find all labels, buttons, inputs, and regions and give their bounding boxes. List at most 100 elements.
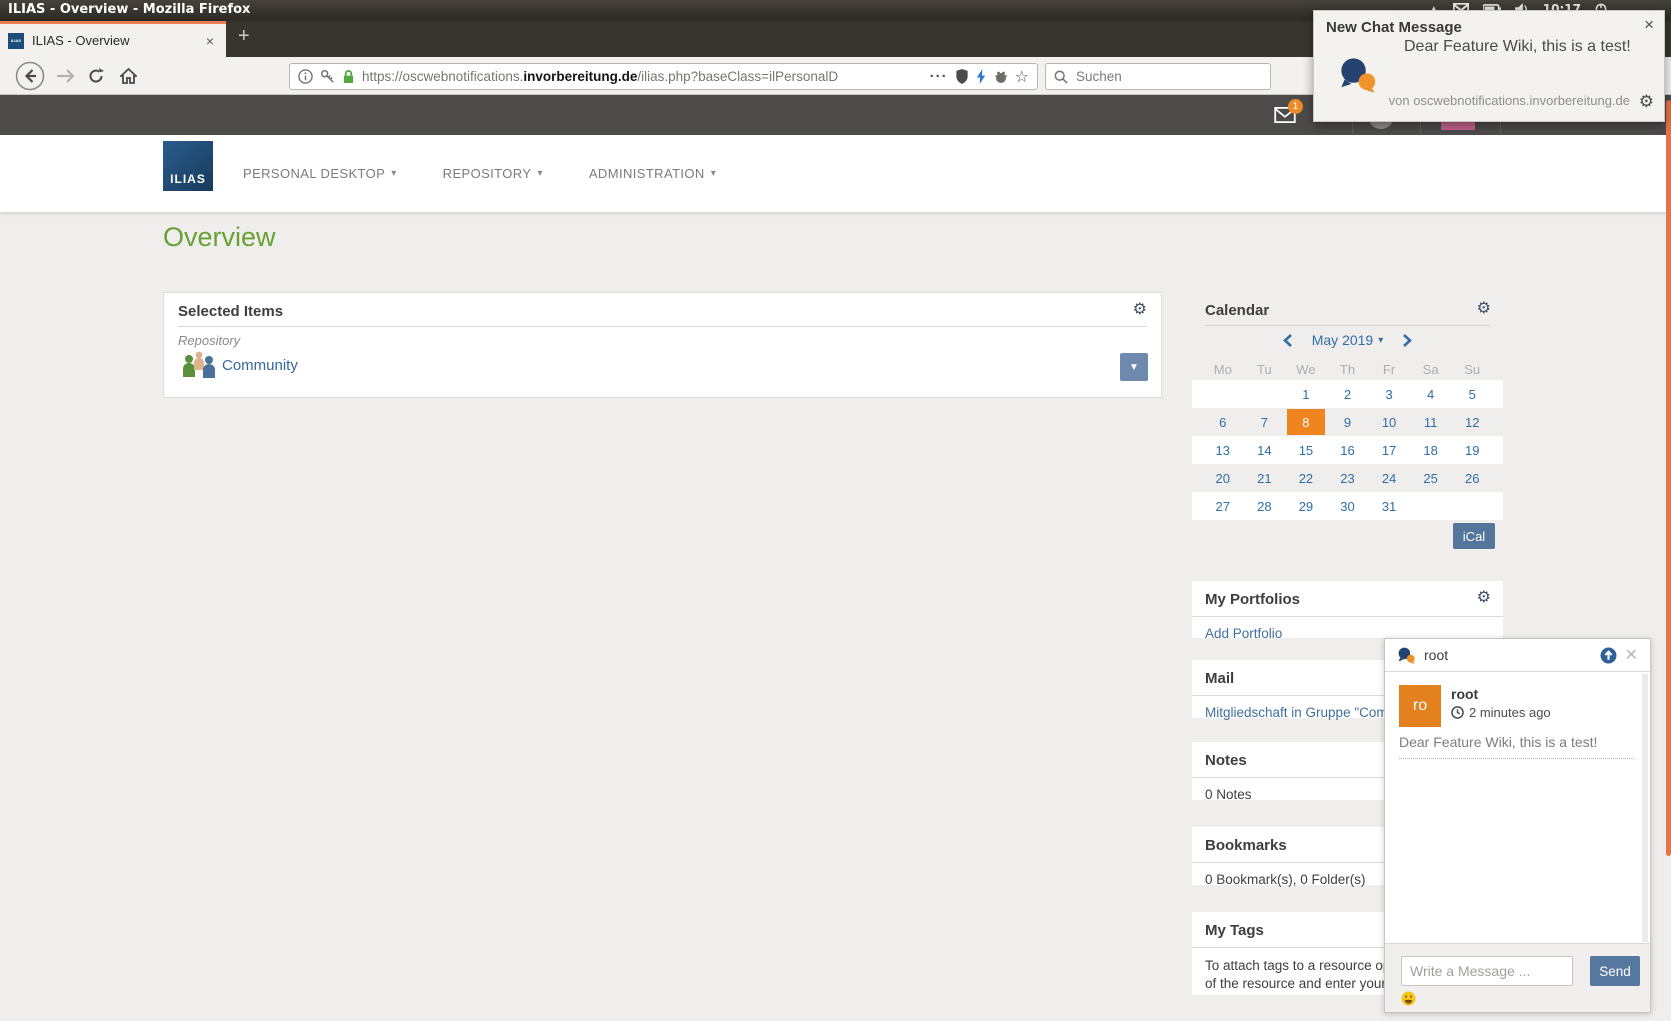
send-button[interactable]: Send — [1590, 956, 1640, 986]
chat-message-text: Dear Feature Wiki, this is a test! — [1399, 734, 1597, 750]
calendar-day[interactable]: 17 — [1368, 436, 1410, 464]
item-actions-dropdown[interactable]: ▼ — [1120, 353, 1148, 381]
gear-icon[interactable]: ⚙ — [1133, 302, 1147, 318]
menu-item-administration[interactable]: ADMINISTRATION▾ — [589, 166, 716, 181]
calendar-day[interactable]: 12 — [1451, 408, 1493, 436]
info-icon[interactable] — [298, 69, 313, 84]
calendar-day[interactable]: 21 — [1244, 464, 1286, 492]
back-button[interactable] — [14, 57, 46, 95]
ical-button[interactable]: iCal — [1453, 523, 1495, 549]
permission-key-icon[interactable] — [320, 69, 335, 84]
calendar-day[interactable]: 31 — [1368, 492, 1410, 520]
shield-icon[interactable] — [955, 69, 969, 84]
calendar-month-select[interactable]: May 2019 ▾ — [1312, 332, 1384, 348]
invite-user-icon[interactable] — [1600, 647, 1617, 664]
chat-notification-popup[interactable]: New Chat Message × Dear Feature Wiki, th… — [1313, 10, 1665, 122]
calendar-day[interactable]: 13 — [1202, 436, 1244, 464]
calendar-day[interactable]: 5 — [1451, 380, 1493, 408]
chat-avatar: ro — [1399, 685, 1441, 727]
calendar-day[interactable]: 7 — [1244, 408, 1286, 436]
calendar-day[interactable]: 10 — [1368, 408, 1410, 436]
calendar-day[interactable]: 19 — [1451, 436, 1493, 464]
calendar-day[interactable]: 26 — [1451, 464, 1493, 492]
url-bar[interactable]: https://oscwebnotifications.invorbereitu… — [289, 63, 1038, 90]
gear-icon[interactable]: ⚙ — [1477, 301, 1491, 317]
calendar-day[interactable]: 30 — [1327, 492, 1369, 520]
divider — [178, 326, 1147, 327]
calendar-day[interactable]: 9 — [1327, 408, 1369, 436]
community-link[interactable]: Community — [222, 357, 298, 374]
chat-scrollbar[interactable] — [1642, 674, 1648, 942]
bookmark-star-icon[interactable]: ☆ — [1015, 67, 1029, 87]
calendar-day-header: Fr — [1368, 358, 1410, 381]
calendar-day[interactable]: 28 — [1244, 492, 1286, 520]
calendar-day-header: We — [1285, 358, 1327, 381]
chat-close-icon[interactable]: ✕ — [1625, 645, 1638, 665]
notification-close-icon[interactable]: × — [1644, 15, 1654, 35]
clock-icon — [1451, 706, 1464, 719]
new-tab-button[interactable]: + — [238, 25, 250, 48]
ilias-logo[interactable]: ILIAS — [163, 141, 213, 191]
search-input[interactable] — [1074, 68, 1262, 85]
calendar-day[interactable]: 29 — [1285, 492, 1327, 520]
calendar-day[interactable]: 25 — [1410, 464, 1452, 492]
menu-item-label: PERSONAL DESKTOP — [243, 166, 385, 181]
ilias-logo-text: ILIAS — [170, 172, 206, 186]
calendar-day[interactable]: 24 — [1368, 464, 1410, 492]
calendar-day[interactable]: 23 — [1327, 464, 1369, 492]
forward-button[interactable] — [54, 57, 78, 95]
header-mail-button[interactable]: 1 — [1262, 95, 1308, 135]
calendar-panel: Calendar ⚙ May 2019 ▾ MoTuWeThFrSaSu 123… — [1192, 292, 1503, 553]
url-text[interactable]: https://oscwebnotifications.invorbereitu… — [362, 69, 923, 84]
reload-button[interactable] — [84, 57, 108, 95]
scrollbar-thumb[interactable] — [1666, 100, 1671, 856]
calendar-day[interactable]: 4 — [1410, 380, 1452, 408]
calendar-day[interactable]: 6 — [1202, 408, 1244, 436]
emoji-picker-icon[interactable] — [1401, 991, 1416, 1006]
search-icon — [1054, 70, 1068, 84]
calendar-day[interactable]: 11 — [1410, 408, 1452, 436]
home-button[interactable] — [116, 57, 140, 95]
tab-title: ILIAS - Overview — [32, 33, 202, 48]
calendar-week-row: 2728293031 — [1192, 492, 1503, 520]
panel-title: Notes — [1205, 752, 1247, 769]
group-icon — [182, 350, 216, 378]
calendar-day[interactable]: 15 — [1285, 436, 1327, 464]
calendar-day[interactable]: 18 — [1410, 436, 1452, 464]
panel-title: My Portfolios — [1205, 591, 1300, 608]
extension-icon[interactable] — [994, 70, 1008, 84]
lock-icon[interactable] — [342, 69, 355, 84]
chat-bubbles-icon — [1397, 647, 1416, 664]
calendar-day-headers: MoTuWeThFrSaSu — [1202, 358, 1493, 381]
calendar-day[interactable]: 3 — [1368, 380, 1410, 408]
calendar-day[interactable]: 27 — [1202, 492, 1244, 520]
page-actions-icon[interactable]: ··· — [930, 68, 948, 85]
calendar-day-header: Mo — [1202, 358, 1244, 381]
calendar-day[interactable]: 1 — [1285, 380, 1327, 408]
search-bar[interactable] — [1045, 63, 1271, 90]
browser-tab[interactable]: ILIAS ILIAS - Overview × — [0, 21, 226, 57]
calendar-day[interactable]: 16 — [1327, 436, 1369, 464]
calendar-day[interactable]: 2 — [1327, 380, 1369, 408]
prev-month-icon[interactable] — [1283, 334, 1292, 347]
menu-item-repository[interactable]: REPOSITORY▾ — [443, 166, 543, 181]
next-month-icon[interactable] — [1403, 334, 1412, 347]
chat-message-input[interactable] — [1401, 956, 1573, 986]
panel-title: Calendar — [1205, 302, 1269, 319]
chat-timestamp: 2 minutes ago — [1451, 705, 1551, 720]
chat-contact-name: root — [1424, 647, 1592, 663]
calendar-grid: 1234567891011121314151617181920212223242… — [1192, 380, 1503, 520]
calendar-week-row: 6789101112 — [1192, 408, 1503, 436]
chat-message-list: ro root 2 minutes ago Dear Feature Wiki,… — [1385, 672, 1650, 946]
notification-title: New Chat Message — [1326, 19, 1462, 36]
lightning-icon[interactable] — [976, 69, 987, 84]
panel-title: Bookmarks — [1205, 837, 1287, 854]
calendar-day[interactable]: 22 — [1285, 464, 1327, 492]
calendar-day[interactable]: 20 — [1202, 464, 1244, 492]
calendar-day[interactable]: 14 — [1244, 436, 1286, 464]
calendar-day-selected[interactable]: 8 — [1287, 409, 1325, 435]
gear-icon[interactable]: ⚙ — [1477, 590, 1491, 606]
gear-icon[interactable]: ⚙ — [1639, 92, 1654, 112]
menu-item-personal-desktop[interactable]: PERSONAL DESKTOP▾ — [243, 166, 397, 181]
tab-close-icon[interactable]: × — [202, 33, 218, 49]
